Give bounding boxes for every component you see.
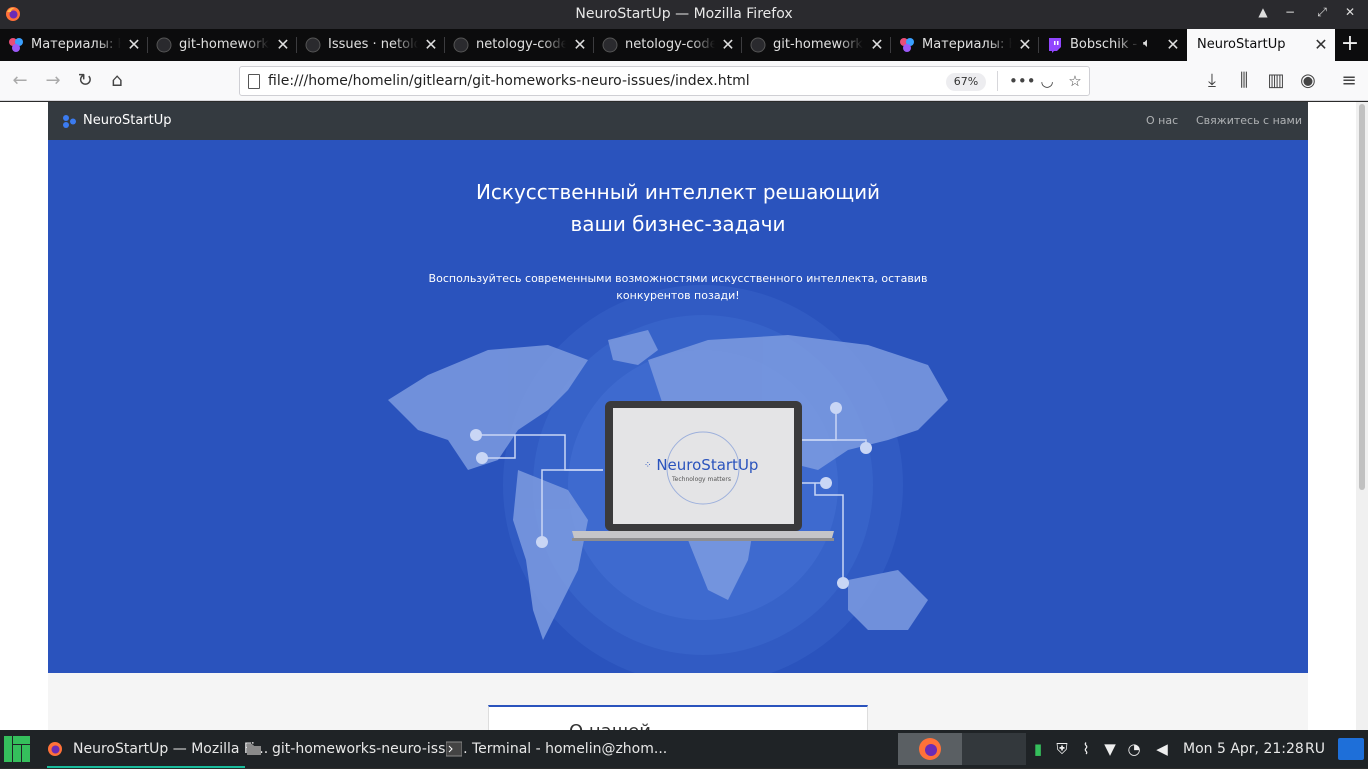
keep-above-icon[interactable]: ▲ [1255,5,1271,19]
page-actions-icon[interactable]: ••• [1009,71,1036,91]
wifi-icon[interactable]: ▼ [1101,740,1119,758]
tab[interactable]: git-homework ✕ [742,29,891,61]
about-section: О нашей [48,673,1308,730]
volume-icon[interactable]: ◀ [1153,740,1171,758]
laptop-brand: NeuroStartUp [656,456,759,474]
window-titlebar: NeuroStartUp — Mozilla Firefox ▲ − ⤢ ✕ [0,0,1368,29]
firefox-icon [48,742,62,756]
tab[interactable]: Материалы: Н ✕ [0,29,148,61]
bookmark-star-icon[interactable]: ☆ [1065,71,1085,91]
tab-active[interactable]: NeuroStartUp ✕ [1187,29,1335,61]
new-tab-button[interactable]: + [1338,32,1362,56]
close-tab-icon[interactable]: ✕ [423,35,439,54]
close-tab-icon[interactable]: ✕ [869,35,885,54]
site-navbar: NeuroStartUp О нас Свяжитесь с нами [48,102,1308,140]
github-icon [453,37,469,53]
forward-button[interactable]: → [41,69,65,93]
brand-logo-icon [63,115,76,128]
window-title: NeuroStartUp — Mozilla Firefox [575,6,793,22]
page-viewport: NeuroStartUp О нас Свяжитесь с нами ⁘ Ne… [0,102,1368,730]
desktop-pager-1[interactable] [898,733,962,765]
github-icon [602,37,618,53]
nav-link-contact[interactable]: Свяжитесь с нами [1196,114,1302,127]
desktop-pager-2[interactable] [962,733,1026,765]
keyboard-layout[interactable]: RU [1305,741,1325,757]
zoom-indicator[interactable]: 67% [946,73,986,91]
tab[interactable]: Материалы: Н ✕ [891,29,1039,61]
folder-icon [247,744,261,755]
about-card: О нашей [488,705,868,730]
about-card-title: О нашей [569,721,651,730]
clock[interactable]: Mon 5 Apr, 21:28 [1183,741,1304,757]
taskbar-item-folder[interactable]: git-homeworks-neuro-issu... [246,730,468,768]
back-button[interactable]: ← [8,69,32,93]
show-desktop-icon[interactable] [1338,738,1364,760]
scrollbar-thumb[interactable] [1359,104,1365,490]
github-icon [750,37,766,53]
url-text[interactable]: file:///home/homelin/gitlearn/git-homewo… [268,73,750,89]
tab[interactable]: netology-code ✕ [445,29,594,61]
page-icon [248,74,260,89]
twitch-icon [1049,38,1061,53]
url-bar[interactable]: file:///home/homelin/gitlearn/git-homewo… [239,66,1090,96]
page-scrollbar[interactable] [1356,102,1368,730]
taskbar-item-terminal[interactable]: Terminal - homelin@zhom... [446,730,667,768]
pocket-icon[interactable]: ◡ [1037,71,1057,91]
netology-icon [900,38,914,52]
netology-icon [9,38,23,52]
downloads-icon[interactable]: ⤓ [1200,69,1224,93]
tab[interactable]: Issues · netolo ✕ [297,29,445,61]
close-tab-icon[interactable]: ✕ [275,35,291,54]
account-icon[interactable]: ◉ [1296,69,1320,93]
menu-icon[interactable]: ≡ [1337,69,1361,93]
github-icon [156,37,172,53]
github-icon [305,37,321,53]
laptop-logo-dots-icon: ⁘ [644,460,652,471]
close-tab-icon[interactable]: ✕ [1165,35,1181,54]
tab[interactable]: netology-code ✕ [594,29,742,61]
home-button[interactable]: ⌂ [105,69,129,93]
site-brand[interactable]: NeuroStartUp [83,113,172,128]
clipboard-icon[interactable]: ▮ [1029,740,1047,758]
close-tab-icon[interactable]: ✕ [720,35,736,54]
laptop-tagline: Technology matters [672,476,732,483]
paperclip-icon[interactable]: ⌇ [1077,740,1095,758]
hero-lead: Воспользуйтесь современными возможностям… [428,272,928,302]
hero-section: ⁘ NeuroStartUp Technology matters Искусс… [48,140,1308,673]
firefox-icon [919,738,941,760]
tab[interactable]: Bobschik - 🔈︎ ✕ [1039,29,1187,61]
notifications-off-icon[interactable]: ◔ [1125,740,1143,758]
library-icon[interactable]: ⫼ [1232,69,1256,93]
site: NeuroStartUp О нас Свяжитесь с нами ⁘ Ne… [48,102,1308,730]
navigation-toolbar: ← → ↻ ⌂ file:///home/homelin/gitlearn/gi… [0,61,1368,101]
reload-button[interactable]: ↻ [73,69,97,93]
hero-title: Искусственный интеллект решающий ваши би… [475,180,881,236]
close-tab-icon[interactable]: ✕ [1017,35,1033,54]
terminal-icon [446,741,462,757]
tab-strip: Материалы: Н ✕ git-homework ✕ Issues · n… [0,29,1368,61]
tab[interactable]: git-homework ✕ [148,29,297,61]
sidebar-icon[interactable]: ▥ [1264,69,1288,93]
close-tab-icon[interactable]: ✕ [126,35,142,54]
close-tab-icon[interactable]: ✕ [572,35,588,54]
shield-icon[interactable]: ⛨ [1053,740,1071,758]
close-window-button[interactable]: ✕ [1342,5,1358,19]
manjaro-menu-icon[interactable] [4,736,30,762]
speaker-icon[interactable]: 🔈︎ [1143,36,1151,51]
maximize-button[interactable]: ⤢ [1314,5,1330,20]
close-tab-icon[interactable]: ✕ [1313,35,1329,54]
system-taskbar: NeuroStartUp — Mozilla Fi... git-homewor… [0,730,1368,768]
taskbar-item-firefox[interactable]: NeuroStartUp — Mozilla Fi... [47,730,268,768]
nav-link-about[interactable]: О нас [1146,114,1178,127]
minimize-button[interactable]: − [1282,5,1298,19]
